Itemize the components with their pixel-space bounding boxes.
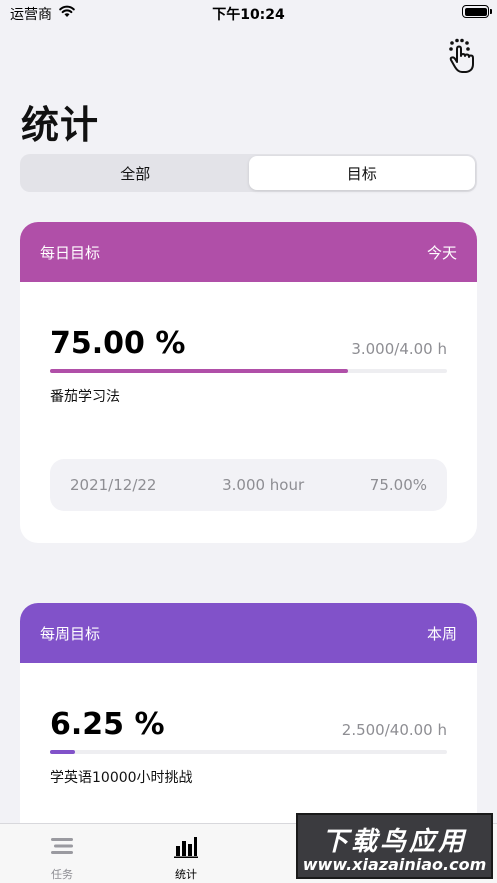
- weekly-goal-percent: 6.25 %: [50, 707, 165, 742]
- weekly-goal-title: 每周目标: [40, 624, 101, 643]
- touch-gesture-icon[interactable]: [446, 38, 476, 74]
- tab-tasks[interactable]: 任务: [12, 824, 112, 883]
- tab-stats-label: 统计: [175, 868, 197, 881]
- daily-goal-card[interactable]: 每日目标 今天 75.00 % 3.000/4.00 h 番茄学习法 2021/…: [20, 222, 477, 543]
- daily-goal-hours: 3.000/4.00 h: [351, 340, 447, 358]
- history-date: 2021/12/22: [70, 476, 157, 494]
- daily-goal-header: 每日目标 今天: [20, 222, 477, 282]
- weekly-goal-progress-fill: [50, 750, 75, 754]
- daily-goal-progress-fill: [50, 369, 348, 373]
- daily-goal-percent: 75.00 %: [50, 326, 186, 361]
- status-bar: 运营商 下午10:24: [0, 0, 497, 26]
- page-title: 统计: [21, 103, 100, 147]
- list-icon: [51, 838, 73, 854]
- watermark-title: 下载鸟应用: [321, 827, 467, 857]
- weekly-goal-period: 本周: [426, 624, 457, 643]
- watermark-logo: 下载鸟应用 www.xiazainiao.com: [296, 813, 493, 879]
- weekly-goal-name: 学英语10000小时挑战: [50, 770, 193, 786]
- segment-all[interactable]: 全部: [22, 156, 249, 190]
- bar-chart-icon: [174, 837, 198, 858]
- weekly-goal-header: 每周目标 本周: [20, 603, 477, 663]
- daily-goal-title: 每日目标: [40, 243, 101, 262]
- daily-goal-period: 今天: [426, 243, 457, 262]
- tab-stats[interactable]: 统计: [136, 824, 236, 883]
- daily-history-row[interactable]: 2021/12/22 3.000 hour 75.00%: [50, 459, 447, 511]
- segmented-control: 全部 目标: [20, 154, 477, 192]
- clock: 下午10:24: [212, 7, 285, 23]
- history-hours: 3.000 hour: [222, 476, 305, 494]
- segment-goals[interactable]: 目标: [248, 156, 475, 190]
- weekly-goal-progress-bar: [50, 750, 447, 754]
- tab-tasks-label: 任务: [51, 868, 73, 881]
- watermark-url: www.xiazainiao.com: [302, 855, 487, 874]
- daily-goal-progress-bar: [50, 369, 447, 373]
- history-percent: 75.00%: [369, 476, 427, 494]
- weekly-goal-hours: 2.500/40.00 h: [341, 721, 447, 739]
- daily-goal-name: 番茄学习法: [50, 389, 120, 405]
- battery-icon: [462, 5, 492, 18]
